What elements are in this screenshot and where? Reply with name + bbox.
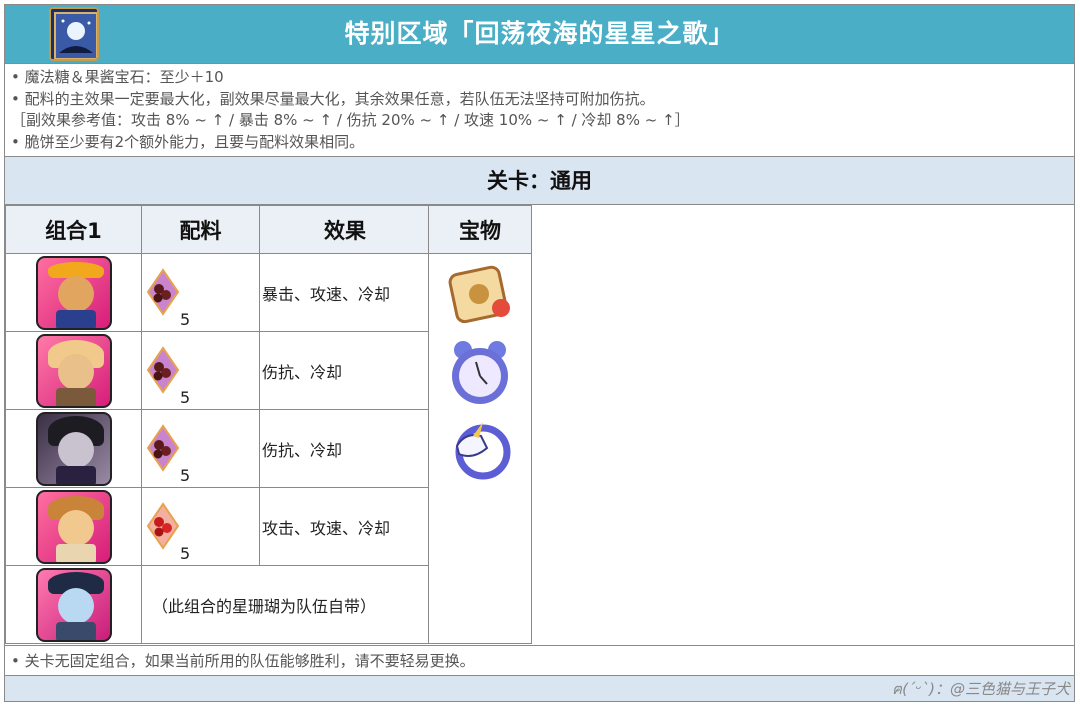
unicorn-ring-icon [455,422,511,480]
column-header-effect: 效果 [259,205,429,254]
note-line: ［副效果参考值：攻击 8% ~ ↑ / 暴击 8% ~ ↑ / 伤抗 20% ~… [11,111,690,129]
face-shape [57,509,94,546]
pirate-cookie-avatar-icon [35,567,112,642]
brown-jam-icon [146,346,180,394]
outfit-shape [55,543,96,562]
brown-jam-icon [146,424,180,472]
jam-count: 5 [180,466,191,485]
column-header-treasure: 宝物 [428,205,532,254]
face-shape [57,587,94,624]
outfit-shape [55,309,96,328]
title-bar: 特别区域「回荡夜海的星星之歌」 [5,5,1074,63]
cowboy-cookie-avatar-icon [35,255,112,330]
material-cell: 5 [141,331,260,410]
guide-card: 特别区域「回荡夜海的星星之歌」 • 魔法糖＆果酱宝石：至少＋10 • 配料的主效… [4,4,1075,702]
credit-line: ฅ(ˊᵕˋ)：@三色猫与王子犬 [5,675,1074,701]
note-line: • 配料的主效果一定要最大化，副效果尽量最大化，其余效果任意，若队伍无法坚持可附… [11,89,655,108]
clock-icon [452,341,508,404]
empty-area [531,253,532,644]
note-line: • 魔法糖＆果酱宝石：至少＋10 [11,68,224,86]
footer-note: • 关卡无固定组合，如果当前所用的队伍能够胜利，请不要轻易更换。 [5,645,1074,675]
face-shape [57,353,94,390]
effect-cell: 攻击、攻速、冷却 [259,487,429,566]
jam-count: 5 [180,310,191,329]
combo-cell [5,565,142,644]
jam-count: 5 [180,544,191,563]
effect-cell: 暴击、攻速、冷却 [259,253,429,332]
column-header-material: 配料 [141,205,260,254]
column-header-combo: 组合1 [5,205,142,254]
brown-jam-icon [146,268,180,316]
outfit-shape [55,465,96,484]
face-shape [57,275,94,312]
outfit-shape [55,621,96,640]
face-shape [57,431,94,468]
combo-cell [5,331,142,410]
notes-section: • 魔法糖＆果酱宝石：至少＋10 • 配料的主效果一定要最大化，副效果尽量最大化… [5,63,1074,157]
jam-count: 5 [180,388,191,407]
material-cell: 5 [141,253,260,332]
golden-scroll-icon [448,265,510,324]
combo-note: （此组合的星珊瑚为队伍自带） [152,596,377,616]
note-line: • 脆饼至少要有2个额外能力，且要与配料效果相同。 [11,132,365,151]
table-header-row: 组合1 配料 效果 宝物 [5,205,532,254]
red-jam-icon [146,502,180,550]
effect-cell: 伤抗、冷却 [259,409,429,488]
outfit-shape [55,387,96,406]
table-row: 5 暴击、攻速、冷却 [5,253,532,644]
spiky-hair-cookie-avatar-icon [35,489,112,564]
combo-note-cell: （此组合的星珊瑚为队伍自带） [141,565,429,644]
page-title: 特别区域「回荡夜海的星星之歌」 [344,19,735,48]
material-cell: 5 [141,487,260,566]
combo-cell [5,487,142,566]
treasure-cell [428,253,532,644]
blonde-cookie-avatar-icon [35,333,112,408]
stage-header: 关卡：通用 [5,157,1074,205]
combo-table: 组合1 配料 效果 宝物 5 暴击、攻速、冷却 5 伤抗、冷却 5 伤抗、冷却 … [5,205,532,644]
material-cell: 5 [141,409,260,488]
effect-cell: 伤抗、冷却 [259,331,429,410]
combo-cell [5,253,142,332]
combo-cell [5,409,142,488]
dark-cookie-avatar-icon [35,411,112,486]
